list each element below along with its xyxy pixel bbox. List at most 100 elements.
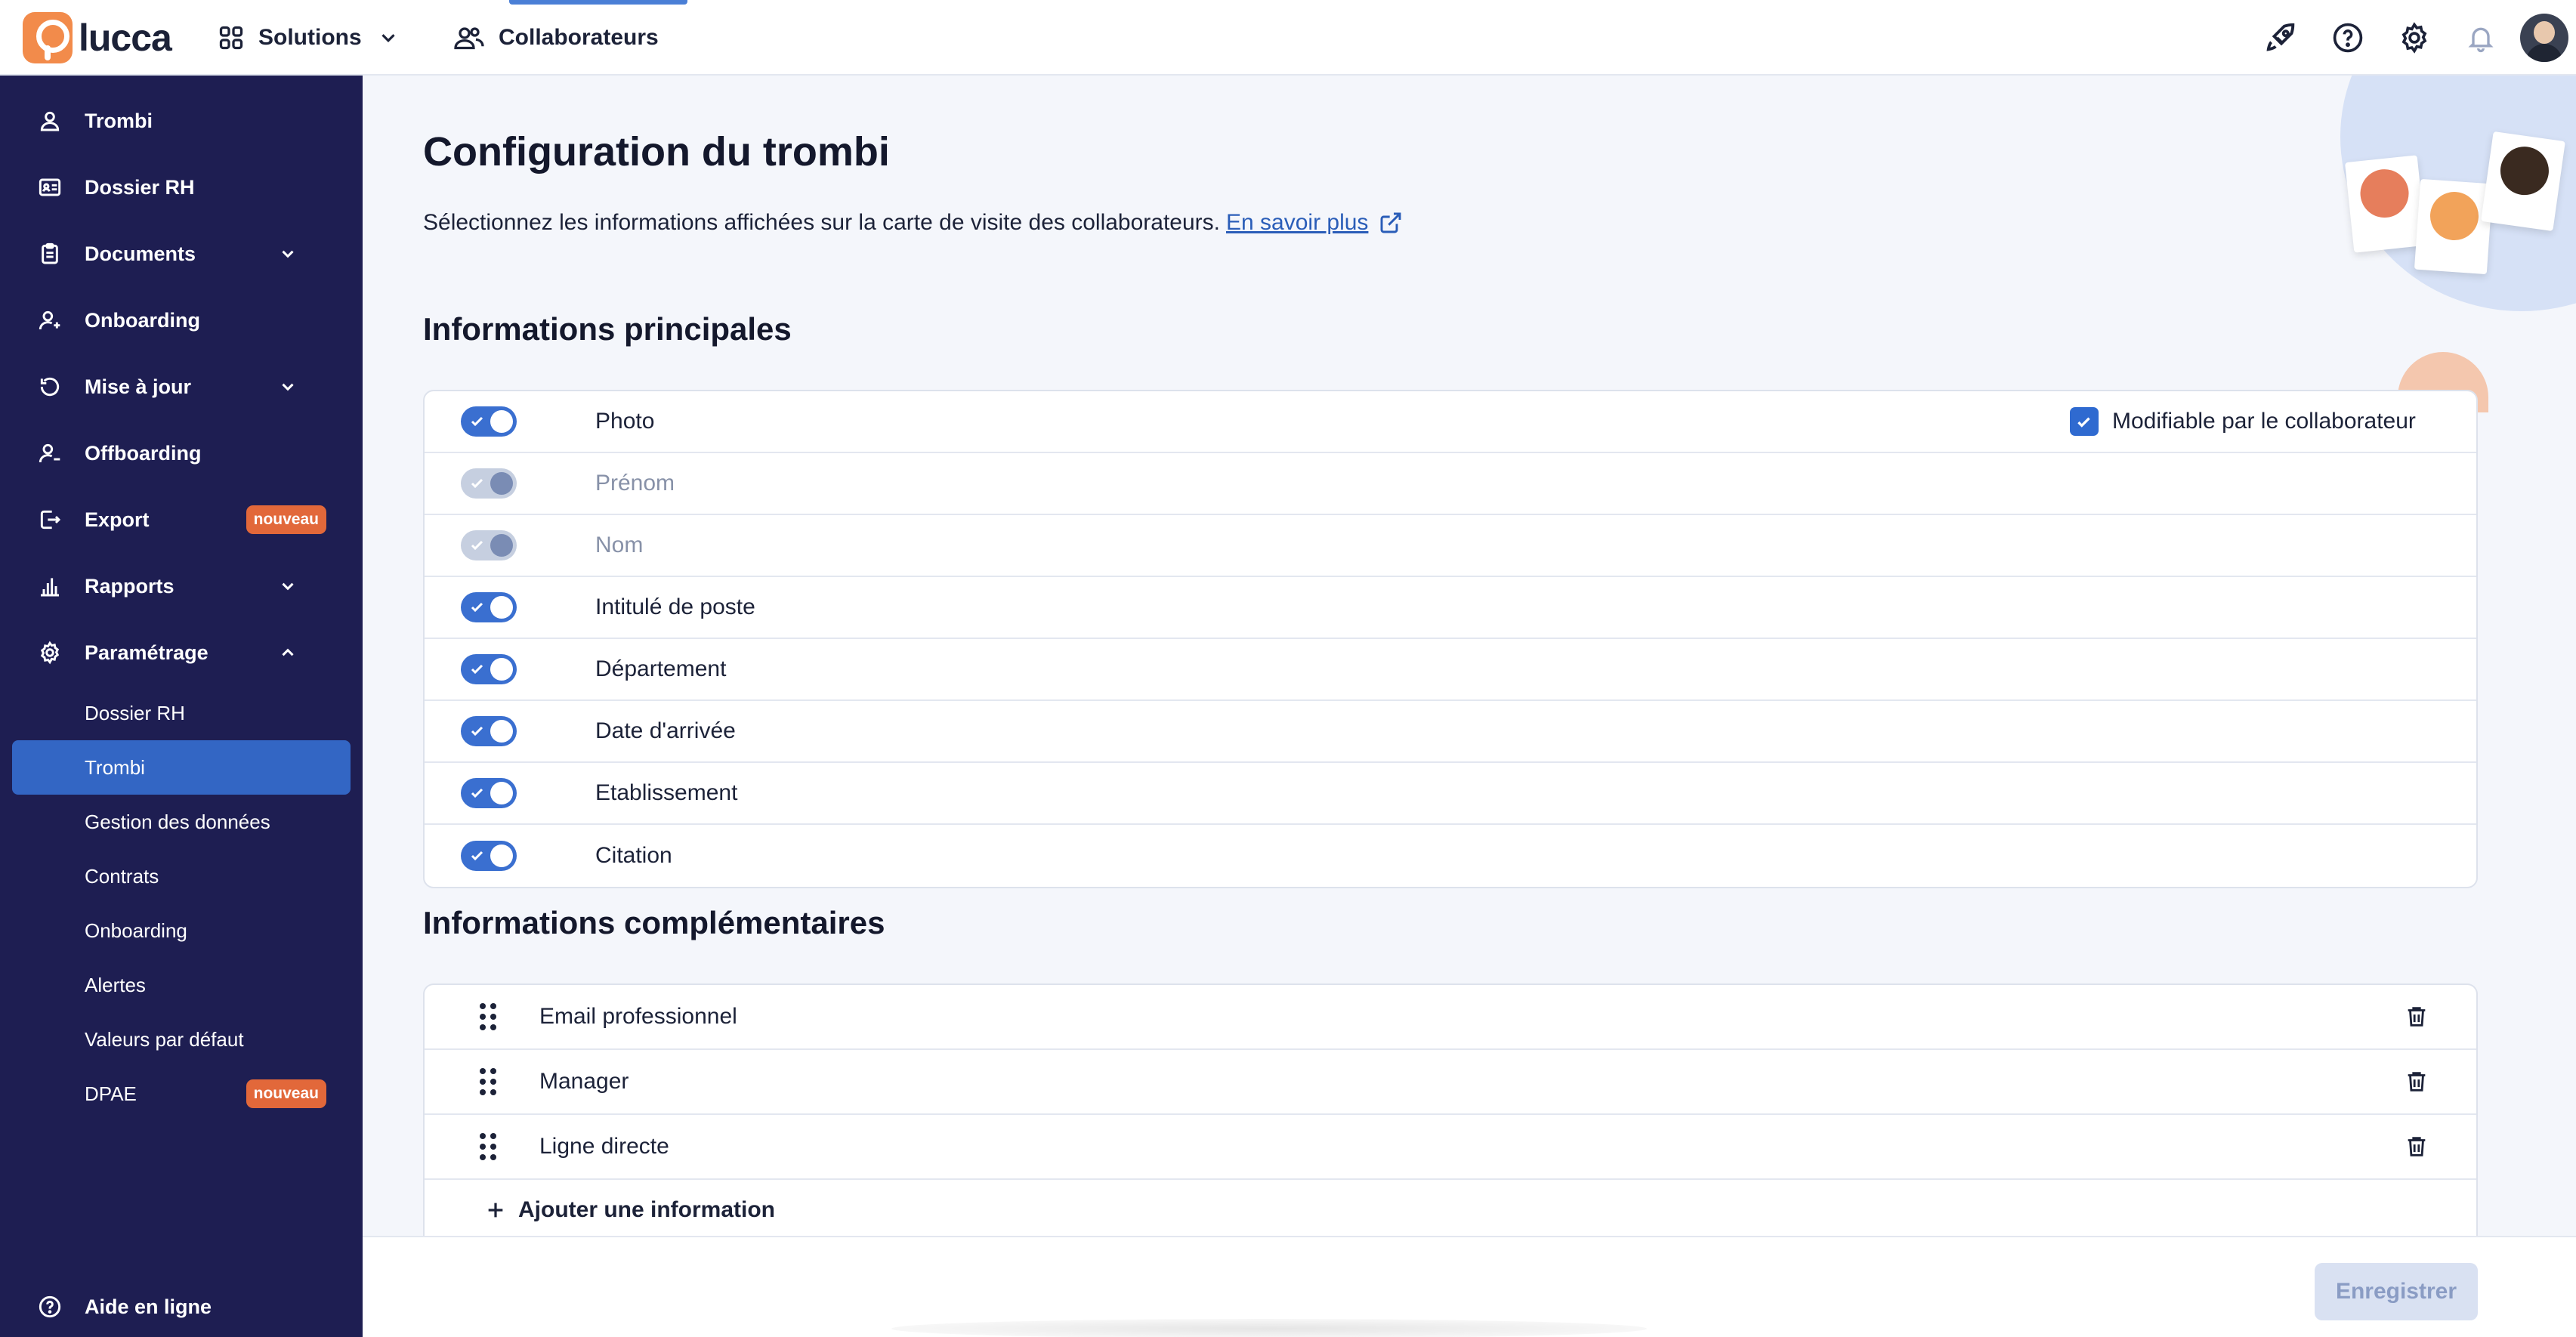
subnav-contrats[interactable]: Contrats [12, 849, 351, 903]
lucca-logo-icon [23, 12, 73, 63]
solutions-label: Solutions [258, 25, 362, 50]
users-icon [454, 27, 484, 50]
rocket-icon[interactable] [2248, 5, 2315, 71]
sidebar-item-offboarding[interactable]: Offboarding [12, 427, 351, 480]
toggle-switch[interactable] [461, 654, 517, 684]
info-label: Citation [595, 843, 672, 868]
subnav-valeurs-par-defaut[interactable]: Valeurs par défaut [12, 1012, 351, 1067]
toggle-switch[interactable] [461, 592, 517, 622]
info-row-prenom: Prénom [425, 453, 2476, 515]
sidebar-item-label: Trombi [85, 109, 153, 132]
info-label: Email professionnel [539, 1004, 737, 1029]
trash-icon[interactable] [2404, 1003, 2429, 1030]
help-icon[interactable] [2315, 5, 2381, 71]
sidebar-item-onboarding[interactable]: Onboarding [12, 294, 351, 347]
sidebar-item-mise-a-jour[interactable]: Mise à jour [12, 360, 351, 413]
illustration-photo [2481, 131, 2565, 232]
add-information-button[interactable]: Ajouter une information [425, 1180, 775, 1236]
drag-handle-icon[interactable] [477, 1067, 499, 1097]
info-row-intitule-de-poste: Intitulé de poste [425, 577, 2476, 639]
external-link-icon[interactable] [1379, 211, 1403, 235]
trash-icon[interactable] [2404, 1133, 2429, 1160]
trash-icon[interactable] [2404, 1068, 2429, 1095]
save-button[interactable]: Enregistrer [2315, 1263, 2478, 1320]
toggle-switch[interactable] [461, 716, 517, 746]
user-plus-icon [39, 310, 60, 330]
logo-text: lucca [79, 17, 172, 59]
principal-info-card: Photo Modifiable par le collaborateur Pr… [423, 390, 2478, 888]
drag-handle-icon[interactable] [477, 1002, 499, 1032]
page-subtitle: Sélectionnez les informations affichées … [423, 210, 1403, 236]
info-label: Département [595, 656, 727, 681]
list-item: Ligne directe [425, 1115, 2476, 1180]
sidebar-item-documents[interactable]: Documents [12, 227, 351, 280]
check-icon [471, 851, 483, 861]
sidebar-item-label: Aide en ligne [85, 1295, 212, 1318]
plus-icon [488, 1203, 503, 1218]
sidebar-item-dossier-rh[interactable]: Dossier RH [12, 161, 351, 214]
toggle-switch [461, 530, 517, 560]
top-actions [2248, 0, 2576, 76]
toggle-switch[interactable] [461, 406, 517, 437]
illustration-photo [2344, 155, 2427, 253]
learn-more-link[interactable]: En savoir plus [1226, 210, 1368, 236]
info-label: Date d'arrivée [595, 718, 736, 743]
scroll-shadow [891, 1319, 1647, 1337]
subnav-label: Gestion des données [85, 810, 270, 833]
modifiable-checkbox[interactable]: Modifiable par le collaborateur [2070, 407, 2416, 436]
check-icon [2077, 417, 2090, 428]
check-icon [471, 540, 483, 551]
export-icon [40, 510, 61, 530]
sidebar-item-label: Onboarding [85, 308, 200, 332]
subnav-alertes[interactable]: Alertes [12, 958, 351, 1012]
gear-icon[interactable] [2381, 5, 2448, 71]
new-badge: nouveau [246, 505, 326, 534]
drag-handle-icon[interactable] [477, 1132, 499, 1162]
sidebar-item-rapports[interactable]: Rapports [12, 560, 351, 613]
subnav-label: Onboarding [85, 919, 187, 942]
sidebar-item-export[interactable]: Export nouveau [12, 493, 351, 546]
info-row-departement: Département [425, 639, 2476, 701]
sidebar-item-parametrage[interactable]: Paramétrage [12, 626, 351, 679]
complementary-info-card: Email professionnel Manager Ligne direct… [423, 983, 2478, 1236]
subnav-label: Valeurs par défaut [85, 1027, 244, 1051]
subnav-trombi[interactable]: Trombi [12, 740, 351, 795]
user-icon [40, 111, 60, 131]
info-label: Photo [595, 409, 655, 434]
sidebar-item-trombi[interactable]: Trombi [12, 94, 351, 147]
info-label: Ligne directe [539, 1134, 669, 1159]
info-row-date-arrivee: Date d'arrivée [425, 701, 2476, 763]
info-row-photo: Photo Modifiable par le collaborateur [425, 391, 2476, 453]
subnav-dpae[interactable]: DPAE nouveau [12, 1067, 351, 1121]
check-icon [471, 664, 483, 675]
sidebar-item-label: Mise à jour [85, 375, 192, 398]
collaborateurs-tab[interactable]: Collaborateurs [453, 0, 659, 76]
subnav-onboarding[interactable]: Onboarding [12, 903, 351, 958]
page-title: Configuration du trombi [423, 129, 890, 174]
toggle-switch[interactable] [461, 841, 517, 871]
bell-icon[interactable] [2448, 5, 2514, 71]
info-label: Intitulé de poste [595, 594, 755, 619]
check-icon [471, 602, 483, 613]
refresh-icon [40, 377, 60, 397]
info-label: Etablissement [595, 780, 738, 805]
lucca-logo[interactable]: lucca [23, 12, 172, 63]
subnav-dossier-rh[interactable]: Dossier RH [12, 686, 351, 740]
chevron-down-icon [282, 582, 294, 591]
user-minus-icon [39, 443, 60, 463]
main-content: Configuration du trombi Sélectionnez les… [363, 76, 2576, 1236]
subnav-label: Alertes [85, 973, 146, 996]
sidebar-item-label: Rapports [85, 574, 175, 597]
solutions-menu[interactable]: Solutions [218, 0, 400, 76]
sidebar-item-aide-en-ligne[interactable]: Aide en ligne [12, 1280, 351, 1333]
info-row-etablissement: Etablissement [425, 763, 2476, 825]
toggle-switch[interactable] [461, 778, 517, 808]
info-row-citation: Citation [425, 825, 2476, 887]
subnav-label: DPAE [85, 1082, 137, 1105]
illustration-photo [2414, 178, 2494, 275]
bar-chart-icon [41, 578, 59, 597]
id-card-icon [39, 178, 61, 196]
avatar[interactable] [2520, 14, 2568, 62]
checkbox[interactable] [2070, 407, 2099, 436]
subnav-gestion-des-donnees[interactable]: Gestion des données [12, 795, 351, 849]
